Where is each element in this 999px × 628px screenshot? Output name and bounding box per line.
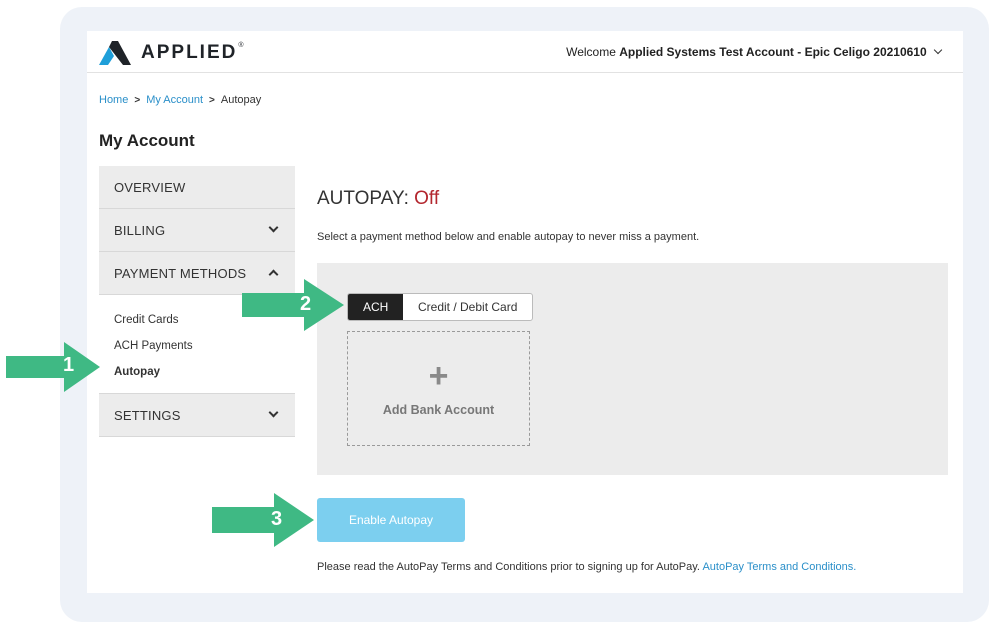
terms-link[interactable]: AutoPay Terms and Conditions. [702, 561, 856, 573]
submenu-item-ach-payments[interactable]: ACH Payments [99, 333, 295, 359]
logo-text: APPLIED [141, 42, 238, 63]
sidebar-item-label: OVERVIEW [114, 179, 186, 195]
callout-arrow-3-icon [212, 493, 314, 547]
breadcrumb: Home > My Account > Autopay [99, 94, 261, 106]
account-menu[interactable]: Welcome Applied Systems Test Account - E… [566, 45, 943, 59]
breadcrumb-my-account[interactable]: My Account [146, 94, 203, 106]
submenu-item-autopay[interactable]: Autopay [99, 359, 295, 385]
plus-icon: + [428, 356, 449, 395]
add-bank-account-label: Add Bank Account [382, 402, 495, 417]
sidebar-item-label: PAYMENT METHODS [114, 265, 247, 281]
chevron-down-icon [933, 45, 943, 55]
payment-method-tabs: ACH Credit / Debit Card [347, 293, 534, 321]
account-name: Applied Systems Test Account - Epic Celi… [619, 45, 927, 59]
tab-credit-debit-card[interactable]: Credit / Debit Card [403, 294, 532, 320]
terms-notice: Please read the AutoPay Terms and Condit… [317, 561, 856, 573]
logo-registered-mark: ® [238, 42, 246, 49]
page-title: My Account [99, 131, 195, 150]
payment-method-panel: ACH Credit / Debit Card + Add Bank Accou… [317, 263, 948, 475]
add-bank-account-button[interactable]: + Add Bank Account [347, 331, 530, 446]
callout-number-3: 3 [271, 508, 283, 530]
enable-autopay-button[interactable]: Enable Autopay [317, 498, 465, 542]
chevron-down-icon [268, 407, 279, 418]
autopay-heading-label: AUTOPAY: [317, 188, 409, 209]
breadcrumb-current: Autopay [220, 94, 262, 106]
sidebar-item-billing[interactable]: BILLING [99, 209, 295, 252]
applied-logo-icon [99, 41, 131, 65]
sidebar-item-label: BILLING [114, 222, 166, 238]
callout-arrow-2-icon [242, 279, 344, 331]
top-bar: APPLIED® Welcome Applied Systems Test Ac… [87, 31, 963, 73]
chevron-up-icon [268, 269, 279, 280]
breadcrumb-home[interactable]: Home [99, 94, 128, 106]
callout-arrow-1-icon [6, 342, 100, 392]
breadcrumb-separator-icon: > [209, 95, 215, 106]
sidebar-item-overview[interactable]: OVERVIEW [99, 166, 295, 209]
welcome-label: Welcome [566, 45, 616, 59]
terms-text: Please read the AutoPay Terms and Condit… [317, 561, 700, 573]
tab-ach[interactable]: ACH [348, 294, 403, 320]
autopay-heading: AUTOPAY: Off [317, 188, 439, 210]
breadcrumb-separator-icon: > [134, 95, 141, 106]
callout-number-1: 1 [63, 354, 75, 376]
sidebar-item-label: SETTINGS [114, 407, 181, 423]
applied-logo[interactable]: APPLIED® [99, 41, 246, 65]
callout-number-2: 2 [300, 293, 312, 315]
autopay-description: Select a payment method below and enable… [317, 231, 700, 243]
autopay-status: Off [414, 188, 440, 209]
chevron-down-icon [268, 222, 279, 233]
sidebar-item-settings[interactable]: SETTINGS [99, 394, 295, 437]
